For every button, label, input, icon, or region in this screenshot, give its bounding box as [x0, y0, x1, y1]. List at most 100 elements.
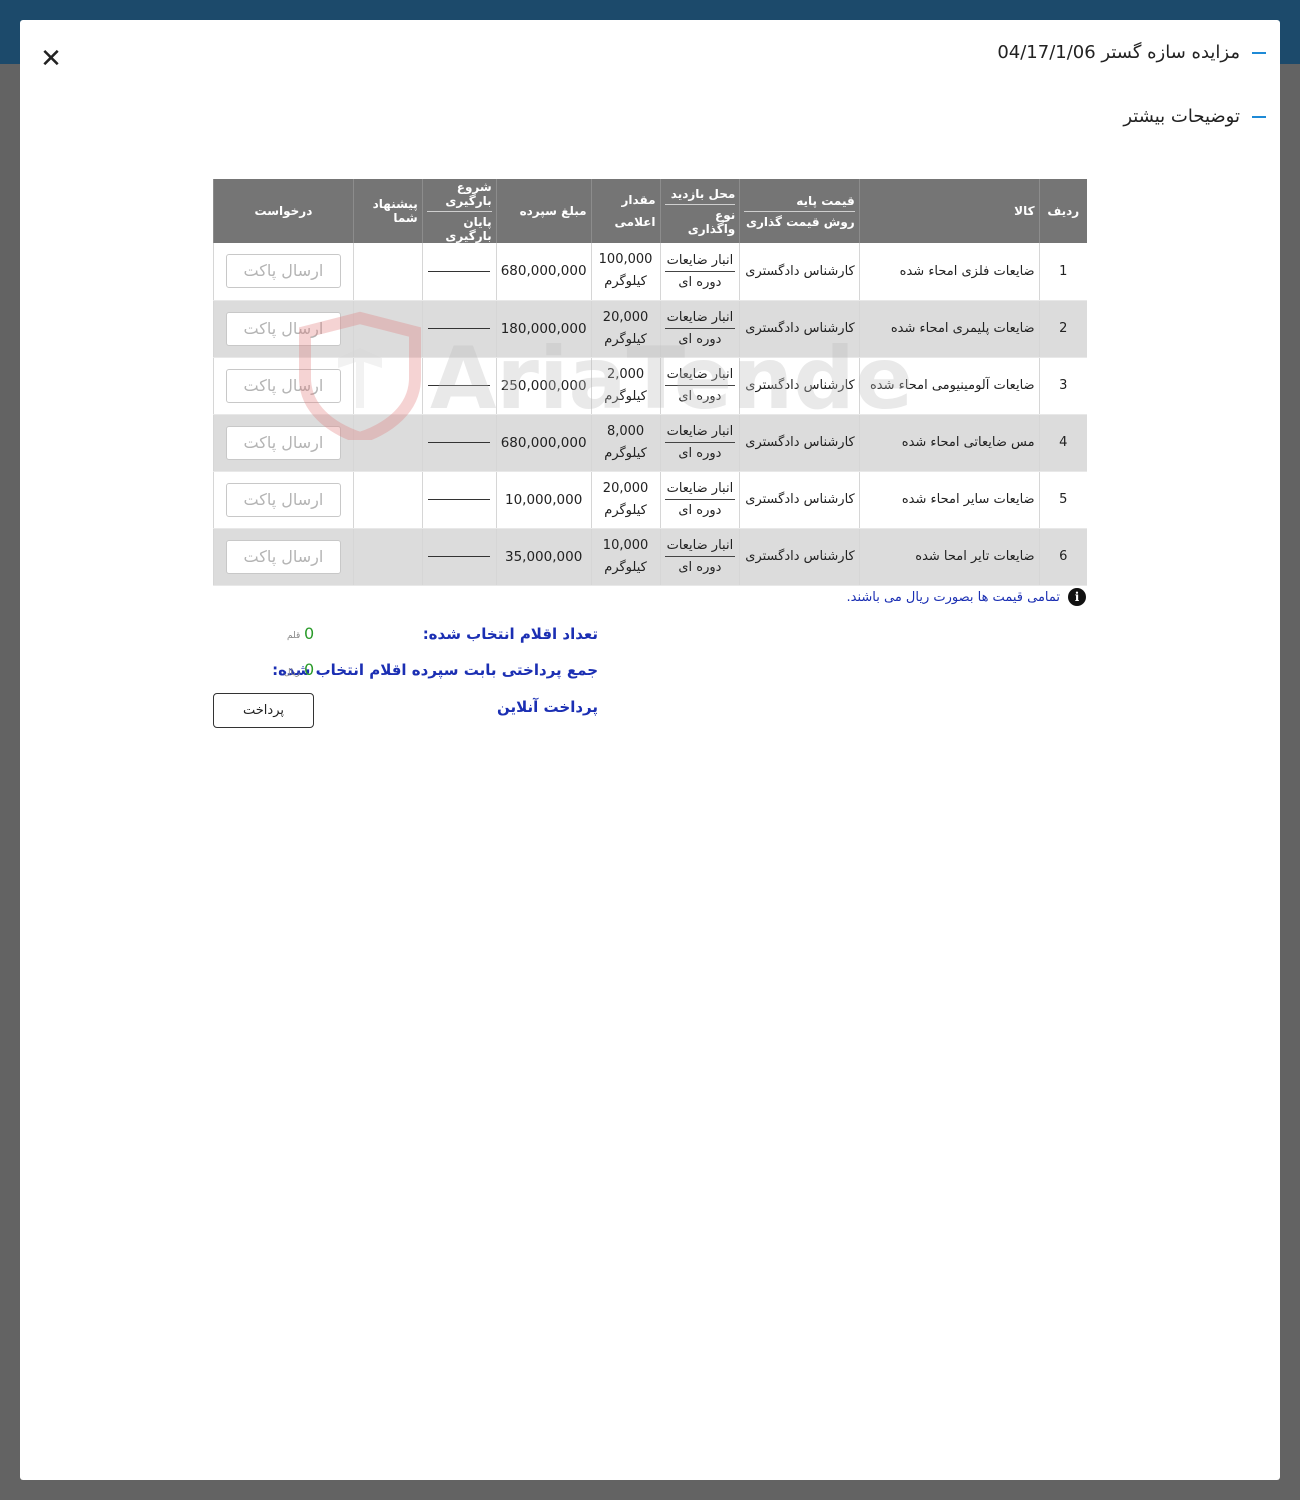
row-deposit: 10,000,000 — [495, 471, 592, 529]
selected-count-label: تعداد اقلام انتخاب شده: — [422, 625, 598, 643]
row-quantity-unit: کیلوگرم — [604, 331, 647, 347]
row-quantity-value: 10,000 — [602, 537, 649, 553]
table-row: 6 ضایعات تایر امحا شده کارشناس دادگستری انب… — [213, 528, 1087, 586]
row-transfer-type: دوره ای — [678, 446, 722, 461]
table-row: 1 ضایعات فلزی امحاء شده کارشناس دادگستری ان… — [213, 243, 1087, 301]
table-row: 3 ضایعات آلومینیومی امحاء شده کارشناس دادگ… — [213, 357, 1087, 415]
row-index: 1 — [1038, 243, 1087, 301]
row-location: انبار ضایعات — [664, 538, 736, 557]
row-location: انبار ضایعات — [664, 481, 736, 500]
header-item: کالا — [858, 179, 1040, 243]
row-index: 4 — [1038, 414, 1087, 472]
close-icon[interactable]: ✕ — [38, 46, 64, 72]
row-location: انبار ضایعات — [664, 310, 736, 329]
empty-date-line — [428, 328, 491, 329]
header-base-price-label: قیمت پایه — [744, 194, 855, 212]
row-quantity-value: 20,000 — [602, 480, 649, 496]
info-icon: i — [1068, 588, 1086, 606]
row-item-name: ضایعات فلزی امحاء شده — [858, 243, 1040, 301]
title-dash-icon — [1252, 51, 1266, 54]
row-item-name: ضایعات پلیمری امحاء شده — [858, 300, 1040, 358]
row-pricing-method: کارشناس دادگستری — [739, 300, 860, 358]
row-request: ارسال پاکت — [213, 243, 354, 301]
pay-button[interactable]: پرداخت — [213, 693, 314, 728]
row-pricing-method: کارشناس دادگستری — [739, 414, 860, 472]
row-quantity-unit: کیلوگرم — [604, 445, 647, 461]
header-loading-start-label: شروع بارگیری — [426, 180, 492, 212]
deposit-total-value: 0 — [304, 660, 315, 679]
row-request: ارسال پاکت — [213, 471, 354, 529]
row-quantity: 8,000 کیلوگرم — [590, 414, 661, 472]
row-your-offer — [352, 471, 423, 529]
row-visit-location: انبار ضایعات دوره ای — [659, 471, 740, 529]
row-item-name: ضایعات سایر امحاء شده — [858, 471, 1040, 529]
row-visit-location: انبار ضایعات دوره ای — [659, 357, 740, 415]
header-your-offer: پیشنهاد شما — [352, 179, 423, 243]
row-quantity: 100,000 کیلوگرم — [590, 243, 661, 301]
row-quantity-unit: کیلوگرم — [604, 502, 647, 518]
header-visit-location-label: محل بازدید — [664, 187, 736, 205]
send-envelope-button[interactable]: ارسال پاکت — [225, 482, 341, 517]
row-deposit: 180,000,000 — [495, 300, 592, 358]
row-deposit: 35,000,000 — [495, 528, 592, 586]
selected-count-value: 0 — [304, 624, 315, 643]
row-deposit: 250,000,000 — [495, 357, 592, 415]
row-transfer-type: دوره ای — [678, 332, 722, 347]
row-your-offer — [352, 300, 423, 358]
modal-title-row: مزایده سازه گستر 04/17/1/06 — [997, 42, 1266, 63]
row-index: 6 — [1038, 528, 1087, 586]
row-quantity: 20,000 کیلوگرم — [590, 471, 661, 529]
row-loading-dates — [421, 357, 497, 415]
header-loading: شروع بارگیری پایان بارگیری — [421, 179, 497, 243]
row-quantity-value: 100,000 — [598, 252, 653, 268]
send-envelope-button[interactable]: ارسال پاکت — [225, 425, 341, 460]
header-deposit: مبلغ سپرده — [495, 179, 592, 243]
row-pricing-method: کارشناس دادگستری — [739, 528, 860, 586]
row-loading-dates — [421, 528, 497, 586]
empty-date-line — [428, 499, 491, 500]
row-visit-location: انبار ضایعات دوره ای — [659, 414, 740, 472]
more-details-row[interactable]: توضیحات بیشتر — [1123, 106, 1266, 127]
row-index: 5 — [1038, 471, 1087, 529]
row-your-offer — [352, 357, 423, 415]
row-request: ارسال پاکت — [213, 357, 354, 415]
empty-date-line — [428, 442, 491, 443]
row-pricing-method: کارشناس دادگستری — [739, 357, 860, 415]
send-envelope-button[interactable]: ارسال پاکت — [225, 539, 341, 574]
row-item-name: مس ضایعاتی امحاء شده — [858, 414, 1040, 472]
row-quantity: 20,000 کیلوگرم — [590, 300, 661, 358]
row-index: 3 — [1038, 357, 1087, 415]
send-envelope-button[interactable]: ارسال پاکت — [225, 368, 341, 403]
row-location: انبار ضایعات — [664, 253, 736, 272]
row-index: 2 — [1038, 300, 1087, 358]
row-request: ارسال پاکت — [213, 528, 354, 586]
row-loading-dates — [421, 471, 497, 529]
send-envelope-button[interactable]: ارسال پاکت — [225, 311, 341, 346]
row-your-offer — [352, 243, 423, 301]
empty-date-line — [428, 556, 491, 557]
modal-title: مزایده سازه گستر 04/17/1/06 — [997, 42, 1240, 63]
selected-count-unit: قلم — [287, 631, 301, 641]
row-quantity-value: 8,000 — [606, 423, 645, 439]
header-base-price: قیمت پایه روش قیمت گذاری — [739, 179, 860, 243]
row-item-name: ضایعات آلومینیومی امحاء شده — [858, 357, 1040, 415]
row-your-offer — [352, 528, 423, 586]
row-request: ارسال پاکت — [213, 300, 354, 358]
empty-date-line — [428, 270, 491, 272]
row-your-offer — [352, 414, 423, 472]
table-row: 2 ضایعات پلیمری امحاء شده کارشناس دادگستری… — [213, 300, 1087, 358]
row-location: انبار ضایعات — [664, 424, 736, 443]
header-request: درخواست — [213, 179, 354, 243]
row-visit-location: انبار ضایعات دوره ای — [659, 243, 740, 301]
row-pricing-method: کارشناس دادگستری — [739, 471, 860, 529]
row-transfer-type: دوره ای — [678, 389, 722, 404]
header-quantity: مقدار اعلامی — [590, 179, 661, 243]
header-loading-end-label: پایان بارگیری — [445, 214, 492, 243]
table-row: 5 ضایعات سایر امحاء شده کارشناس دادگستری ان… — [213, 471, 1087, 529]
row-quantity-unit: کیلوگرم — [604, 274, 647, 290]
row-pricing-method: کارشناس دادگستری — [739, 243, 860, 301]
header-transfer-type-label: نوع واگذاری — [687, 207, 736, 236]
send-envelope-button[interactable]: ارسال پاکت — [225, 254, 341, 289]
price-note: i تمامی قیمت ها بصورت ریال می باشند. — [847, 588, 1086, 606]
row-visit-location: انبار ضایعات دوره ای — [659, 528, 740, 586]
